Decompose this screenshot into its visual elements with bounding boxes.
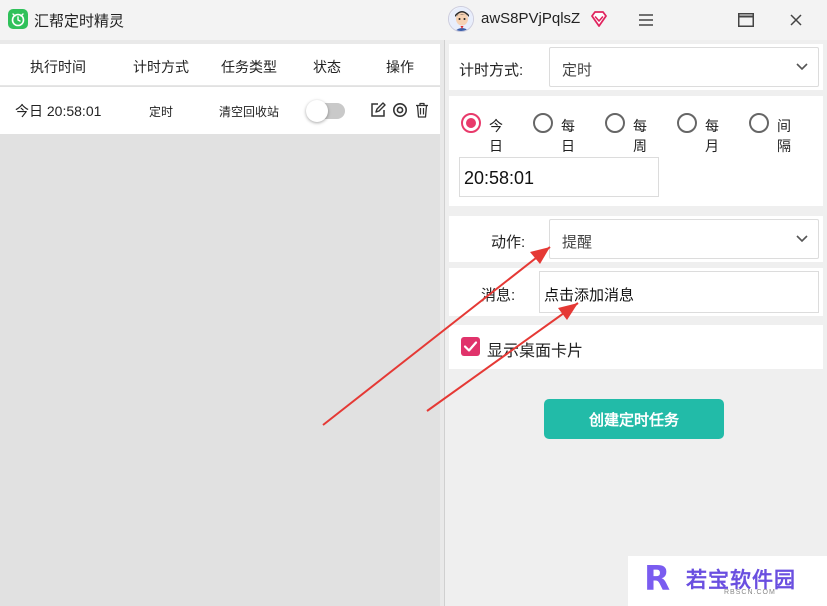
create-task-button[interactable]: 创建定时任务 [544, 399, 724, 439]
watermark-letter: R [644, 559, 671, 599]
message-input[interactable]: 点击添加消息 [539, 271, 819, 313]
radio-monthly[interactable] [677, 113, 697, 133]
edit-icon[interactable] [370, 102, 386, 118]
maximize-icon[interactable] [732, 6, 760, 34]
watermark-sub: RBSCN.COM [724, 589, 776, 596]
vip-diamond-icon[interactable] [590, 10, 608, 28]
radio-today[interactable] [461, 113, 481, 133]
table-row[interactable]: 今日 20:58:01 定时 清空回收站 [0, 87, 440, 134]
task-type: 清空回收站 [219, 105, 280, 119]
toggle-knob [306, 100, 328, 122]
show-card-row: 显示桌面卡片 [449, 325, 823, 369]
radio-weekly-label: 每周 [633, 118, 647, 154]
column-header-exec-time[interactable]: 执行时间 [30, 57, 86, 77]
radio-daily-label: 每日 [561, 118, 575, 154]
avatar[interactable] [448, 6, 474, 32]
task-exec-time: 今日 20:58:01 [15, 103, 102, 119]
timing-select[interactable]: 定时 [549, 47, 819, 87]
task-form-pane: 计时方式: 定时 今日 每日 每周 每月 间隔 20:58:01 动作: 提醒 [445, 40, 827, 606]
radio-weekly[interactable] [605, 113, 625, 133]
app-logo-icon [8, 9, 28, 29]
timing-select-value: 定时 [562, 62, 593, 79]
radio-daily[interactable] [533, 113, 553, 133]
action-select-value: 提醒 [562, 234, 593, 251]
column-header-actions[interactable]: 操作 [386, 57, 414, 77]
menu-icon[interactable] [632, 6, 660, 34]
app-title: 汇帮定时精灵 [34, 13, 125, 30]
watermark-logo: R 若宝软件园 RBSCN.COM [628, 556, 827, 606]
username: awS8PVjPqlsZ [481, 10, 581, 27]
settings-icon[interactable] [392, 102, 408, 118]
radio-interval-label: 间隔 [777, 118, 791, 154]
message-label: 消息: [481, 287, 516, 304]
chevron-down-icon [796, 235, 808, 243]
column-header-status[interactable]: 状态 [313, 57, 341, 77]
action-select[interactable]: 提醒 [549, 219, 819, 259]
message-input-value: 点击添加消息 [544, 287, 635, 304]
delete-icon[interactable] [414, 102, 430, 118]
radio-interval[interactable] [749, 113, 769, 133]
radio-monthly-label: 每月 [705, 118, 719, 154]
table-header: 执行时间 计时方式 任务类型 状态 操作 [0, 44, 440, 86]
radio-today-label: 今日 [489, 118, 503, 154]
action-card: 动作: 提醒 [449, 216, 823, 262]
time-input[interactable]: 20:58:01 [459, 157, 659, 197]
schedule-card: 今日 每日 每周 每月 间隔 20:58:01 [449, 96, 823, 206]
close-icon[interactable] [782, 6, 810, 34]
task-status-toggle[interactable] [306, 100, 345, 122]
message-card: 消息: 点击添加消息 [449, 268, 823, 316]
task-list-pane: 执行时间 计时方式 任务类型 状态 操作 今日 20:58:01 定时 清空回收… [0, 44, 440, 606]
timing-label: 计时方式: [459, 62, 524, 79]
time-input-value: 20:58:01 [464, 168, 535, 188]
show-card-label[interactable]: 显示桌面卡片 [487, 337, 583, 361]
task-timing: 定时 [149, 105, 174, 119]
column-header-task-type[interactable]: 任务类型 [221, 57, 277, 77]
chevron-down-icon [796, 63, 808, 71]
column-header-timing[interactable]: 计时方式 [133, 57, 189, 77]
action-label: 动作: [491, 234, 526, 251]
title-bar: 汇帮定时精灵 awS8PVjPqlsZ [0, 0, 827, 40]
timing-card: 计时方式: 定时 [449, 44, 823, 90]
show-card-checkbox[interactable] [461, 337, 480, 356]
